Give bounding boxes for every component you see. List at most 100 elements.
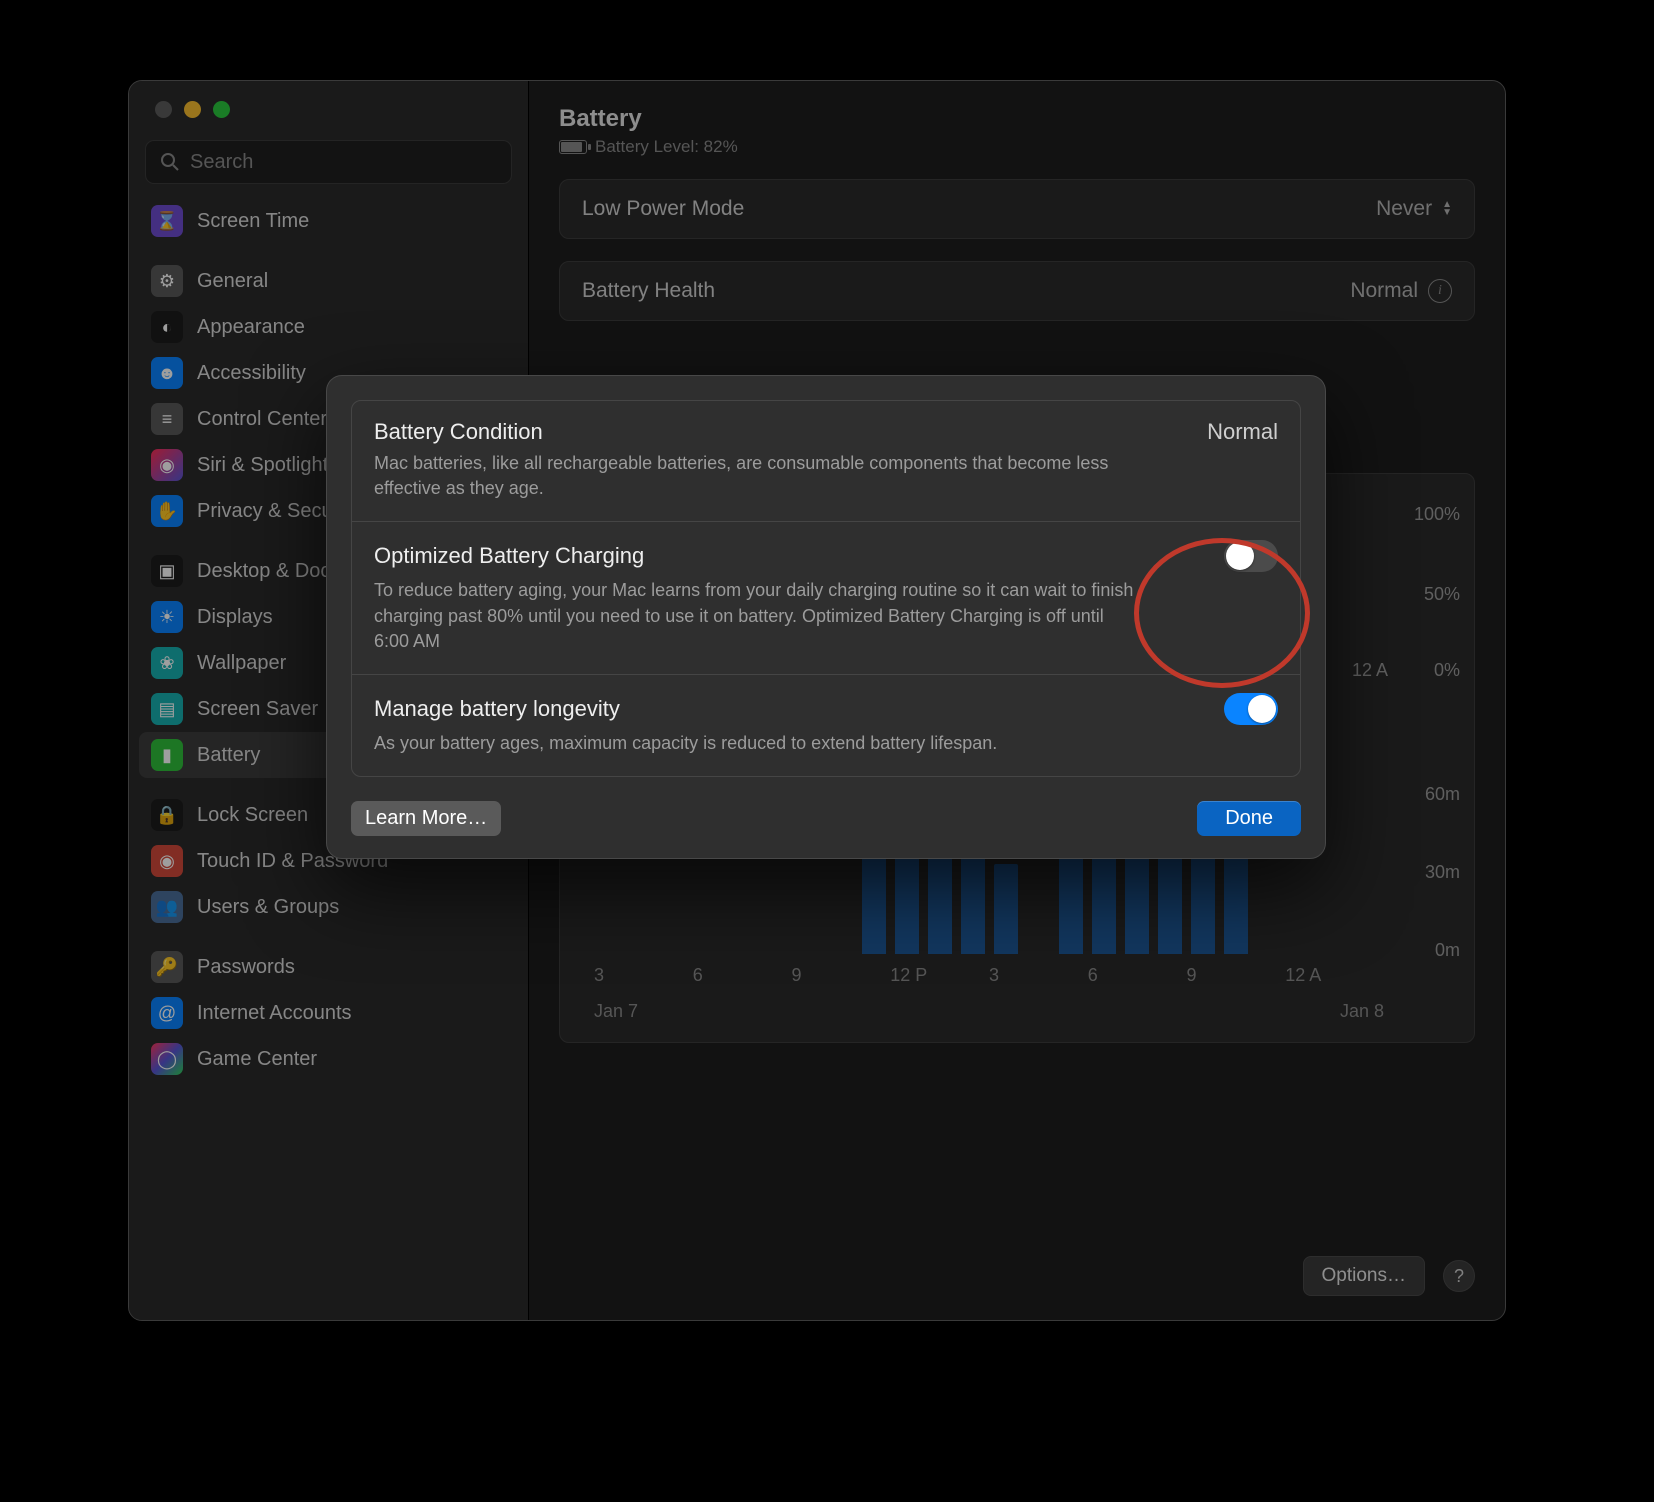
sidebar-item-label: Wallpaper	[197, 652, 286, 675]
row-value: Normal	[1350, 279, 1418, 303]
sidebar-item-internet-accounts[interactable]: @Internet Accounts	[139, 990, 518, 1036]
manage-longevity-toggle[interactable]	[1224, 693, 1278, 725]
sidebar-item-label: Users & Groups	[197, 896, 339, 919]
sidebar-item-label: Screen Time	[197, 210, 309, 233]
section-desc: As your battery ages, maximum capacity i…	[374, 731, 1134, 756]
chart-bar	[862, 844, 886, 954]
sidebar-item-label: General	[197, 270, 268, 293]
bar-slot	[1121, 844, 1154, 954]
optimized-charging-toggle[interactable]	[1224, 540, 1278, 572]
y-tick: 60m	[1425, 784, 1460, 805]
screensaver-icon: ▤	[151, 693, 183, 725]
battery-condition-section: Battery Condition Normal Mac batteries, …	[352, 401, 1300, 521]
users-icon: 👥	[151, 891, 183, 923]
section-title: Battery Condition	[374, 419, 543, 445]
close-window-button[interactable]	[155, 101, 172, 118]
x-tick: 6	[1088, 965, 1187, 986]
search-icon	[160, 152, 180, 172]
y-tick: 100%	[1414, 504, 1460, 525]
sidebar-item-label: Internet Accounts	[197, 1002, 352, 1025]
lock-icon: 🔒	[151, 799, 183, 831]
siri-icon: ◉	[151, 449, 183, 481]
chart-bar	[994, 864, 1018, 954]
done-button[interactable]: Done	[1197, 801, 1301, 836]
row-label: Battery Health	[582, 279, 715, 303]
fingerprint-icon: ◉	[151, 845, 183, 877]
sidebar-item-label: Passwords	[197, 956, 295, 979]
sidebar-item-label: Control Center	[197, 408, 327, 431]
section-desc: Mac batteries, like all rechargeable bat…	[374, 451, 1134, 501]
y-tick: 0%	[1434, 660, 1460, 681]
sun-icon: ☀	[151, 601, 183, 633]
hand-icon: ✋	[151, 495, 183, 527]
battery-level-row: Battery Level: 82%	[559, 137, 1475, 157]
x-tick-extra: 12 A	[1352, 660, 1388, 681]
sidebar-item-label: Battery	[197, 744, 260, 767]
accessibility-icon: ☻	[151, 357, 183, 389]
section-desc: To reduce battery aging, your Mac learns…	[374, 578, 1134, 654]
section-status: Normal	[1207, 419, 1278, 445]
optimized-charging-section: Optimized Battery Charging To reduce bat…	[352, 521, 1300, 674]
section-title: Manage battery longevity	[374, 696, 620, 722]
hourglass-icon: ⌛	[151, 205, 183, 237]
low-power-mode-row[interactable]: Low Power Mode Never ▲▼	[559, 179, 1475, 239]
sidebar-item-label: Accessibility	[197, 362, 306, 385]
x-tick: 6	[693, 965, 792, 986]
battery-level-label: Battery Level: 82%	[595, 137, 738, 157]
options-button[interactable]: Options…	[1303, 1256, 1425, 1296]
y-tick: 30m	[1425, 862, 1460, 883]
sidebar-item-game-center[interactable]: ◯Game Center	[139, 1036, 518, 1082]
battery-health-row[interactable]: Battery Health Normal i	[559, 261, 1475, 321]
sidebar-item-general[interactable]: ⚙ General	[139, 258, 518, 304]
game-icon: ◯	[151, 1043, 183, 1075]
help-button[interactable]: ?	[1443, 1260, 1475, 1292]
sliders-icon: ≡	[151, 403, 183, 435]
y-tick: 50%	[1424, 584, 1460, 605]
gear-icon: ⚙	[151, 265, 183, 297]
x-tick: 3	[989, 965, 1088, 986]
date-left: Jan 7	[594, 1001, 638, 1022]
dock-icon: ▣	[151, 555, 183, 587]
sidebar-item-label: Desktop & Dock	[197, 560, 340, 583]
sidebar-item-label: Siri & Spotlight	[197, 454, 328, 477]
y-tick: 0m	[1435, 940, 1460, 961]
search-placeholder: Search	[190, 151, 253, 174]
bar-slot	[857, 844, 890, 954]
sidebar-item-screen-time[interactable]: ⌛ Screen Time	[139, 198, 518, 244]
date-right: Jan 8	[1340, 1001, 1384, 1022]
chart-bar	[1224, 844, 1248, 954]
flower-icon: ❀	[151, 647, 183, 679]
sidebar-item-label: Screen Saver	[197, 698, 318, 721]
sidebar-item-label: Appearance	[197, 316, 305, 339]
x-tick: 3	[594, 965, 693, 986]
key-icon: 🔑	[151, 951, 183, 983]
bar-slot	[989, 864, 1022, 954]
row-label: Low Power Mode	[582, 197, 744, 221]
appearance-icon: ◐	[151, 311, 183, 343]
sidebar-item-passwords[interactable]: 🔑 Passwords	[139, 944, 518, 990]
section-title: Optimized Battery Charging	[374, 543, 644, 569]
chart-bar	[1125, 844, 1149, 954]
x-tick: 9	[792, 965, 891, 986]
sidebar-item-label: Lock Screen	[197, 804, 308, 827]
window-controls	[129, 101, 528, 140]
battery-icon: ▮	[151, 739, 183, 771]
sidebar-item-label: Displays	[197, 606, 273, 629]
row-value: Never	[1376, 197, 1432, 221]
learn-more-button[interactable]: Learn More…	[351, 801, 501, 836]
chevron-up-down-icon: ▲▼	[1442, 201, 1452, 217]
sidebar-item-users-groups[interactable]: 👥 Users & Groups	[139, 884, 518, 930]
x-tick: 12 P	[890, 965, 989, 986]
bar-slot	[1220, 844, 1253, 954]
page-title: Battery	[559, 105, 1475, 133]
zoom-window-button[interactable]	[213, 101, 230, 118]
search-input[interactable]: Search	[145, 140, 512, 184]
info-icon[interactable]: i	[1428, 279, 1452, 303]
x-tick: 9	[1187, 965, 1286, 986]
x-tick: 12 A	[1285, 965, 1384, 986]
battery-level-icon	[559, 140, 587, 154]
battery-health-sheet: Battery Condition Normal Mac batteries, …	[326, 375, 1326, 859]
minimize-window-button[interactable]	[184, 101, 201, 118]
sidebar-item-appearance[interactable]: ◐ Appearance	[139, 304, 518, 350]
content-footer: Options… ?	[1303, 1256, 1475, 1296]
